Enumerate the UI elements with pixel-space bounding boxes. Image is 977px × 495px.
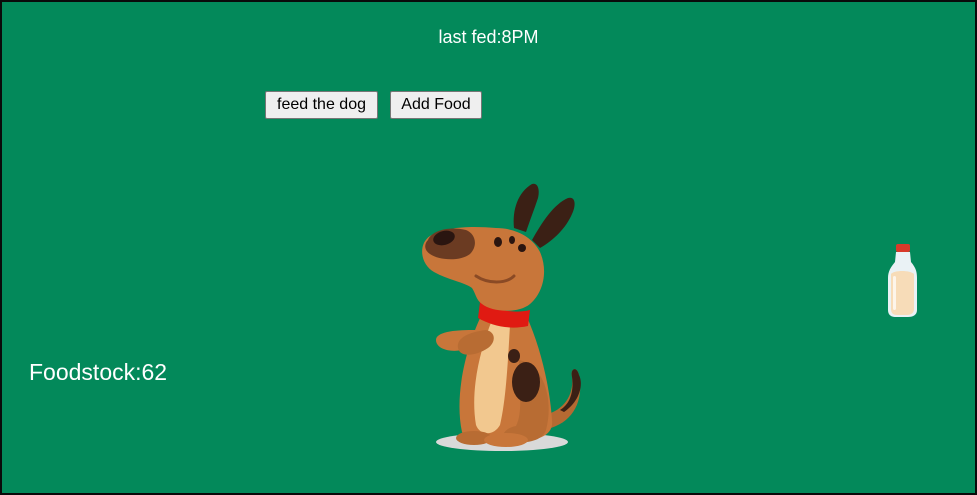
dog-eye	[494, 237, 502, 247]
food-stock-text: Foodstock:62	[29, 359, 168, 385]
dog-sprite	[422, 183, 581, 451]
dog-spot	[508, 349, 520, 363]
dog-eye	[509, 236, 515, 244]
last-fed-text: last fed:8PM	[438, 27, 539, 47]
add-food-button[interactable]: Add Food	[390, 91, 482, 119]
dog-spot	[512, 362, 540, 402]
dog-ear	[513, 183, 539, 232]
feed-dog-button[interactable]: feed the dog	[265, 91, 378, 119]
bottle-cap	[896, 244, 910, 252]
milk-bottle-sprite	[888, 244, 917, 317]
game-canvas: last fed:8PM feed the dog Add Food Foods…	[0, 0, 977, 495]
dog-ear	[532, 197, 575, 248]
dog-foot	[484, 433, 528, 447]
